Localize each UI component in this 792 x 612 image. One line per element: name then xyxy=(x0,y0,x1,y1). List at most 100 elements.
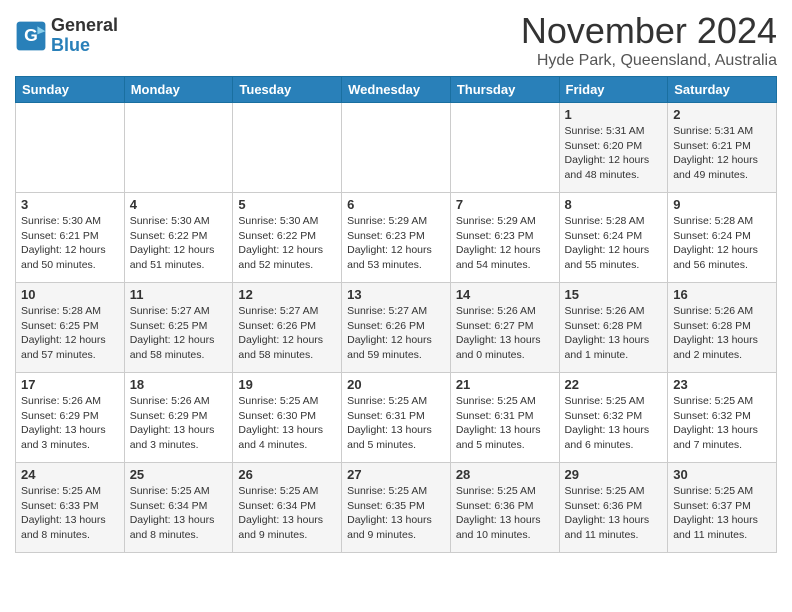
calendar-cell: 21 Sunrise: 5:25 AM Sunset: 6:31 PM Dayli… xyxy=(450,373,559,463)
day-number: 8 xyxy=(565,197,663,212)
calendar-cell: 14Sunrise: 5:26 AM Sunset: 6:27 PM Dayli… xyxy=(450,283,559,373)
day-info: Sunrise: 5:31 AM Sunset: 6:20 PM Dayligh… xyxy=(565,124,663,183)
calendar-cell: 29Sunrise: 5:25 AM Sunset: 6:36 PM Dayli… xyxy=(559,463,668,553)
day-info: Sunrise: 5:27 AM Sunset: 6:26 PM Dayligh… xyxy=(347,304,445,363)
calendar-cell: 12Sunrise: 5:27 AM Sunset: 6:26 PM Dayli… xyxy=(233,283,342,373)
calendar-cell: 10 Sunrise: 5:28 AM Sunset: 6:25 PM Dayli… xyxy=(16,283,125,373)
day-number: 17 xyxy=(21,377,119,392)
calendar-week-5: 24 Sunrise: 5:25 AM Sunset: 6:33 PM Dayli… xyxy=(16,463,777,553)
day-number: 1 xyxy=(565,107,663,122)
calendar-cell: 6Sunrise: 5:29 AM Sunset: 6:23 PM Daylig… xyxy=(342,193,451,283)
day-info: Sunrise: 5:26 AM Sunset: 6:28 PM Dayligh… xyxy=(673,304,771,363)
day-number: 26 xyxy=(238,467,336,482)
day-number: 9 xyxy=(673,197,771,212)
calendar-cell: 17 Sunrise: 5:26 AM Sunset: 6:29 PM Dayli… xyxy=(16,373,125,463)
calendar-cell xyxy=(342,103,451,193)
logo-icon: G xyxy=(15,20,47,52)
day-number: 29 xyxy=(565,467,663,482)
calendar-cell xyxy=(233,103,342,193)
weekday-header-tuesday: Tuesday xyxy=(233,77,342,103)
calendar-cell: 22Sunrise: 5:25 AM Sunset: 6:32 PM Dayli… xyxy=(559,373,668,463)
calendar-cell xyxy=(16,103,125,193)
logo-text: General Blue xyxy=(51,16,118,56)
calendar-week-3: 10 Sunrise: 5:28 AM Sunset: 6:25 PM Dayli… xyxy=(16,283,777,373)
day-info: Sunrise: 5:29 AM Sunset: 6:23 PM Dayligh… xyxy=(456,214,554,273)
day-info: Sunrise: 5:28 AM Sunset: 6:25 PM Dayligh… xyxy=(21,304,119,363)
logo-line2: Blue xyxy=(51,36,118,56)
calendar-cell: 24 Sunrise: 5:25 AM Sunset: 6:33 PM Dayli… xyxy=(16,463,125,553)
day-number: 21 xyxy=(456,377,554,392)
calendar-cell: 2 Sunrise: 5:31 AM Sunset: 6:21 PM Daylig… xyxy=(668,103,777,193)
calendar-week-4: 17 Sunrise: 5:26 AM Sunset: 6:29 PM Dayli… xyxy=(16,373,777,463)
day-info: Sunrise: 5:25 AM Sunset: 6:36 PM Dayligh… xyxy=(456,484,554,543)
day-number: 28 xyxy=(456,467,554,482)
day-info: Sunrise: 5:25 AM Sunset: 6:31 PM Dayligh… xyxy=(347,394,445,453)
logo-line1: General xyxy=(51,16,118,36)
calendar-cell: 15 Sunrise: 5:26 AM Sunset: 6:28 PM Dayli… xyxy=(559,283,668,373)
calendar-cell: 19 Sunrise: 5:25 AM Sunset: 6:30 PM Dayli… xyxy=(233,373,342,463)
calendar-week-2: 3 Sunrise: 5:30 AM Sunset: 6:21 PM Daylig… xyxy=(16,193,777,283)
day-info: Sunrise: 5:25 AM Sunset: 6:35 PM Dayligh… xyxy=(347,484,445,543)
calendar-cell: 26Sunrise: 5:25 AM Sunset: 6:34 PM Dayli… xyxy=(233,463,342,553)
location: Hyde Park, Queensland, Australia xyxy=(521,52,777,70)
weekday-header-thursday: Thursday xyxy=(450,77,559,103)
calendar-cell: 25Sunrise: 5:25 AM Sunset: 6:34 PM Dayli… xyxy=(124,463,233,553)
calendar-cell: 8 Sunrise: 5:28 AM Sunset: 6:24 PM Daylig… xyxy=(559,193,668,283)
svg-text:G: G xyxy=(24,25,38,45)
calendar-week-1: 1 Sunrise: 5:31 AM Sunset: 6:20 PM Daylig… xyxy=(16,103,777,193)
day-number: 10 xyxy=(21,287,119,302)
day-info: Sunrise: 5:25 AM Sunset: 6:31 PM Dayligh… xyxy=(456,394,554,453)
day-info: Sunrise: 5:26 AM Sunset: 6:29 PM Dayligh… xyxy=(130,394,228,453)
calendar-cell: 11Sunrise: 5:27 AM Sunset: 6:25 PM Dayli… xyxy=(124,283,233,373)
day-info: Sunrise: 5:30 AM Sunset: 6:21 PM Dayligh… xyxy=(21,214,119,273)
calendar-cell: 28 Sunrise: 5:25 AM Sunset: 6:36 PM Dayli… xyxy=(450,463,559,553)
weekday-header-friday: Friday xyxy=(559,77,668,103)
page-header: G General Blue November 2024 Hyde Park, … xyxy=(15,10,777,70)
weekday-header-row: SundayMondayTuesdayWednesdayThursdayFrid… xyxy=(16,77,777,103)
day-info: Sunrise: 5:30 AM Sunset: 6:22 PM Dayligh… xyxy=(238,214,336,273)
day-number: 16 xyxy=(673,287,771,302)
day-number: 23 xyxy=(673,377,771,392)
day-info: Sunrise: 5:28 AM Sunset: 6:24 PM Dayligh… xyxy=(565,214,663,273)
day-info: Sunrise: 5:25 AM Sunset: 6:30 PM Dayligh… xyxy=(238,394,336,453)
day-info: Sunrise: 5:28 AM Sunset: 6:24 PM Dayligh… xyxy=(673,214,771,273)
day-number: 7 xyxy=(456,197,554,212)
day-number: 18 xyxy=(130,377,228,392)
day-info: Sunrise: 5:25 AM Sunset: 6:37 PM Dayligh… xyxy=(673,484,771,543)
weekday-header-saturday: Saturday xyxy=(668,77,777,103)
calendar-cell: 5Sunrise: 5:30 AM Sunset: 6:22 PM Daylig… xyxy=(233,193,342,283)
day-info: Sunrise: 5:25 AM Sunset: 6:32 PM Dayligh… xyxy=(565,394,663,453)
day-number: 3 xyxy=(21,197,119,212)
calendar-cell: 20 Sunrise: 5:25 AM Sunset: 6:31 PM Dayli… xyxy=(342,373,451,463)
day-number: 14 xyxy=(456,287,554,302)
calendar-cell: 1 Sunrise: 5:31 AM Sunset: 6:20 PM Daylig… xyxy=(559,103,668,193)
calendar-cell: 16 Sunrise: 5:26 AM Sunset: 6:28 PM Dayli… xyxy=(668,283,777,373)
weekday-header-sunday: Sunday xyxy=(16,77,125,103)
calendar-body: 1 Sunrise: 5:31 AM Sunset: 6:20 PM Daylig… xyxy=(16,103,777,553)
month-title: November 2024 xyxy=(521,10,777,52)
day-info: Sunrise: 5:31 AM Sunset: 6:21 PM Dayligh… xyxy=(673,124,771,183)
calendar-cell: 3 Sunrise: 5:30 AM Sunset: 6:21 PM Daylig… xyxy=(16,193,125,283)
day-info: Sunrise: 5:27 AM Sunset: 6:26 PM Dayligh… xyxy=(238,304,336,363)
calendar-cell: 23Sunrise: 5:25 AM Sunset: 6:32 PM Dayli… xyxy=(668,373,777,463)
weekday-header-monday: Monday xyxy=(124,77,233,103)
day-info: Sunrise: 5:26 AM Sunset: 6:29 PM Dayligh… xyxy=(21,394,119,453)
day-number: 19 xyxy=(238,377,336,392)
day-info: Sunrise: 5:25 AM Sunset: 6:33 PM Dayligh… xyxy=(21,484,119,543)
day-info: Sunrise: 5:26 AM Sunset: 6:28 PM Dayligh… xyxy=(565,304,663,363)
calendar-cell: 7 Sunrise: 5:29 AM Sunset: 6:23 PM Daylig… xyxy=(450,193,559,283)
calendar-table: SundayMondayTuesdayWednesdayThursdayFrid… xyxy=(15,76,777,553)
day-info: Sunrise: 5:30 AM Sunset: 6:22 PM Dayligh… xyxy=(130,214,228,273)
title-block: November 2024 Hyde Park, Queensland, Aus… xyxy=(521,10,777,70)
day-number: 24 xyxy=(21,467,119,482)
day-number: 2 xyxy=(673,107,771,122)
calendar-cell: 27 Sunrise: 5:25 AM Sunset: 6:35 PM Dayli… xyxy=(342,463,451,553)
day-number: 11 xyxy=(130,287,228,302)
day-number: 27 xyxy=(347,467,445,482)
day-number: 13 xyxy=(347,287,445,302)
calendar-cell: 30Sunrise: 5:25 AM Sunset: 6:37 PM Dayli… xyxy=(668,463,777,553)
day-number: 15 xyxy=(565,287,663,302)
calendar-cell xyxy=(124,103,233,193)
day-number: 25 xyxy=(130,467,228,482)
day-number: 20 xyxy=(347,377,445,392)
